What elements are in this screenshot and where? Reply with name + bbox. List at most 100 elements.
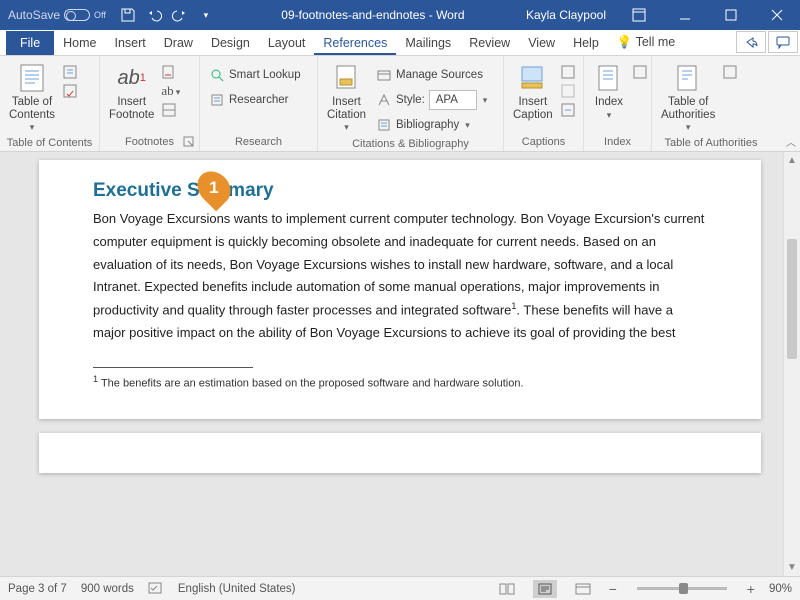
document-area: Executive Summary Bon Voyage Excursions … — [0, 152, 800, 576]
manage-sources-icon — [376, 67, 392, 83]
toc-label: Table of Contents — [9, 96, 55, 121]
scroll-track[interactable] — [784, 169, 800, 559]
cross-reference-icon[interactable] — [560, 102, 576, 118]
window-title: 09-footnotes-and-endnotes - Word — [220, 8, 516, 22]
zoom-out-button[interactable]: − — [609, 581, 617, 597]
chevron-down-icon: ▾ — [684, 123, 693, 133]
scroll-thumb[interactable] — [787, 239, 797, 359]
zoom-in-button[interactable]: + — [747, 581, 755, 597]
smart-lookup-icon — [209, 67, 225, 83]
next-page[interactable] — [39, 433, 761, 473]
redo-icon[interactable] — [172, 7, 188, 23]
add-text-icon[interactable] — [62, 64, 78, 80]
tab-insert[interactable]: Insert — [106, 32, 155, 55]
share-button[interactable] — [736, 31, 766, 53]
style-label: Style: — [396, 94, 425, 106]
user-name[interactable]: Kayla Claypool — [516, 8, 616, 22]
qat-more-icon[interactable]: ▾ — [198, 7, 214, 23]
update-table-icon[interactable] — [62, 83, 78, 99]
smart-lookup-button[interactable]: Smart Lookup — [206, 64, 304, 86]
undo-icon[interactable] — [146, 7, 162, 23]
minimize-icon[interactable] — [662, 0, 708, 30]
web-layout-icon[interactable] — [571, 580, 595, 598]
collapse-ribbon-icon[interactable]: ︿ — [786, 134, 796, 149]
tab-layout[interactable]: Layout — [259, 32, 315, 55]
chevron-down-icon: ▾ — [463, 120, 472, 131]
status-page[interactable]: Page 3 of 7 — [8, 583, 67, 595]
manage-sources-button[interactable]: Manage Sources — [373, 64, 492, 86]
comments-button[interactable] — [768, 31, 798, 53]
smart-lookup-label: Smart Lookup — [229, 69, 301, 81]
lightbulb-icon: 💡 — [617, 35, 633, 49]
show-notes-icon[interactable] — [161, 102, 182, 118]
insert-footnote-button[interactable]: ab1 Insert Footnote — [106, 60, 157, 123]
next-footnote-icon[interactable]: ab▾ — [161, 83, 182, 99]
index-icon — [593, 62, 625, 94]
print-layout-icon[interactable] — [533, 580, 557, 598]
insert-tof-icon[interactable] — [560, 64, 576, 80]
status-language[interactable]: English (United States) — [178, 583, 296, 595]
researcher-label: Researcher — [229, 94, 288, 106]
researcher-button[interactable]: Researcher — [206, 89, 304, 111]
save-icon[interactable] — [120, 7, 136, 23]
tab-draw[interactable]: Draw — [155, 32, 202, 55]
page[interactable]: Executive Summary Bon Voyage Excursions … — [39, 160, 761, 419]
mark-citation-icon[interactable] — [722, 64, 738, 80]
group-label-toc: Table of Contents — [6, 135, 93, 152]
bibliography-label: Bibliography — [396, 119, 459, 131]
zoom-knob[interactable] — [679, 583, 688, 594]
read-mode-icon[interactable] — [495, 580, 519, 598]
heading-executive-summary[interactable]: Executive Summary — [93, 180, 707, 202]
tab-view[interactable]: View — [519, 32, 564, 55]
chevron-down-icon[interactable]: ▾ — [481, 95, 490, 106]
scroll-up-icon[interactable]: ▲ — [784, 152, 800, 169]
update-tof-icon[interactable] — [560, 83, 576, 99]
bibliography-button[interactable]: Bibliography ▾ — [373, 114, 492, 136]
style-selector[interactable]: Style: APA ▾ — [373, 89, 492, 111]
body-text[interactable]: Bon Voyage Excursions wants to implement… — [93, 208, 707, 345]
insert-caption-button[interactable]: Insert Caption — [510, 60, 556, 123]
researcher-icon — [209, 92, 225, 108]
vertical-scrollbar[interactable]: ▲ ▼ — [783, 152, 800, 576]
tab-review[interactable]: Review — [460, 32, 519, 55]
style-value[interactable]: APA — [429, 90, 477, 110]
group-citations: Insert Citation ▾ Manage Sources Style: … — [318, 56, 504, 151]
citation-icon — [331, 62, 363, 94]
zoom-level[interactable]: 90% — [769, 583, 792, 595]
tab-home[interactable]: Home — [54, 32, 105, 55]
toggle-icon — [64, 9, 90, 21]
mark-entry-icon[interactable] — [632, 64, 648, 80]
tab-mailings[interactable]: Mailings — [396, 32, 460, 55]
ribbon-tabs: File Home Insert Draw Design Layout Refe… — [0, 30, 800, 56]
insert-endnote-icon[interactable] — [161, 64, 182, 80]
maximize-icon[interactable] — [708, 0, 754, 30]
group-captions: Insert Caption Captions — [504, 56, 584, 151]
footnote[interactable]: 1 The benefits are an estimation based o… — [93, 374, 707, 390]
insert-citation-button[interactable]: Insert Citation ▾ — [324, 60, 369, 135]
group-label-captions: Captions — [510, 134, 577, 151]
insert-citation-label: Insert Citation — [327, 96, 366, 121]
bibliography-icon — [376, 117, 392, 133]
close-icon[interactable] — [754, 0, 800, 30]
footnotes-dialog-launcher[interactable] — [183, 136, 195, 148]
tab-references[interactable]: References — [314, 32, 396, 55]
tab-tellme[interactable]: 💡 Tell me — [608, 31, 684, 55]
autosave-toggle[interactable]: AutoSave Off — [0, 8, 114, 22]
index-button[interactable]: Index ▾ — [590, 60, 628, 123]
toa-label: Table of Authorities — [661, 96, 715, 121]
ribbon-options-icon[interactable] — [616, 0, 662, 30]
toc-button[interactable]: Table of Contents ▾ — [6, 60, 58, 135]
tab-help[interactable]: Help — [564, 32, 608, 55]
zoom-slider[interactable] — [637, 587, 727, 590]
status-words[interactable]: 900 words — [81, 583, 134, 595]
caption-icon — [517, 62, 549, 94]
footnote-icon: ab1 — [116, 62, 148, 94]
group-label-footnotes: Footnotes — [106, 134, 193, 151]
group-label-index: Index — [590, 134, 645, 151]
scroll-down-icon[interactable]: ▼ — [784, 559, 800, 576]
spellcheck-icon[interactable] — [148, 582, 164, 596]
toa-button[interactable]: Table of Authorities ▾ — [658, 60, 718, 135]
tab-file[interactable]: File — [6, 31, 54, 55]
tab-design[interactable]: Design — [202, 32, 259, 55]
marker-number: 1 — [209, 178, 218, 198]
